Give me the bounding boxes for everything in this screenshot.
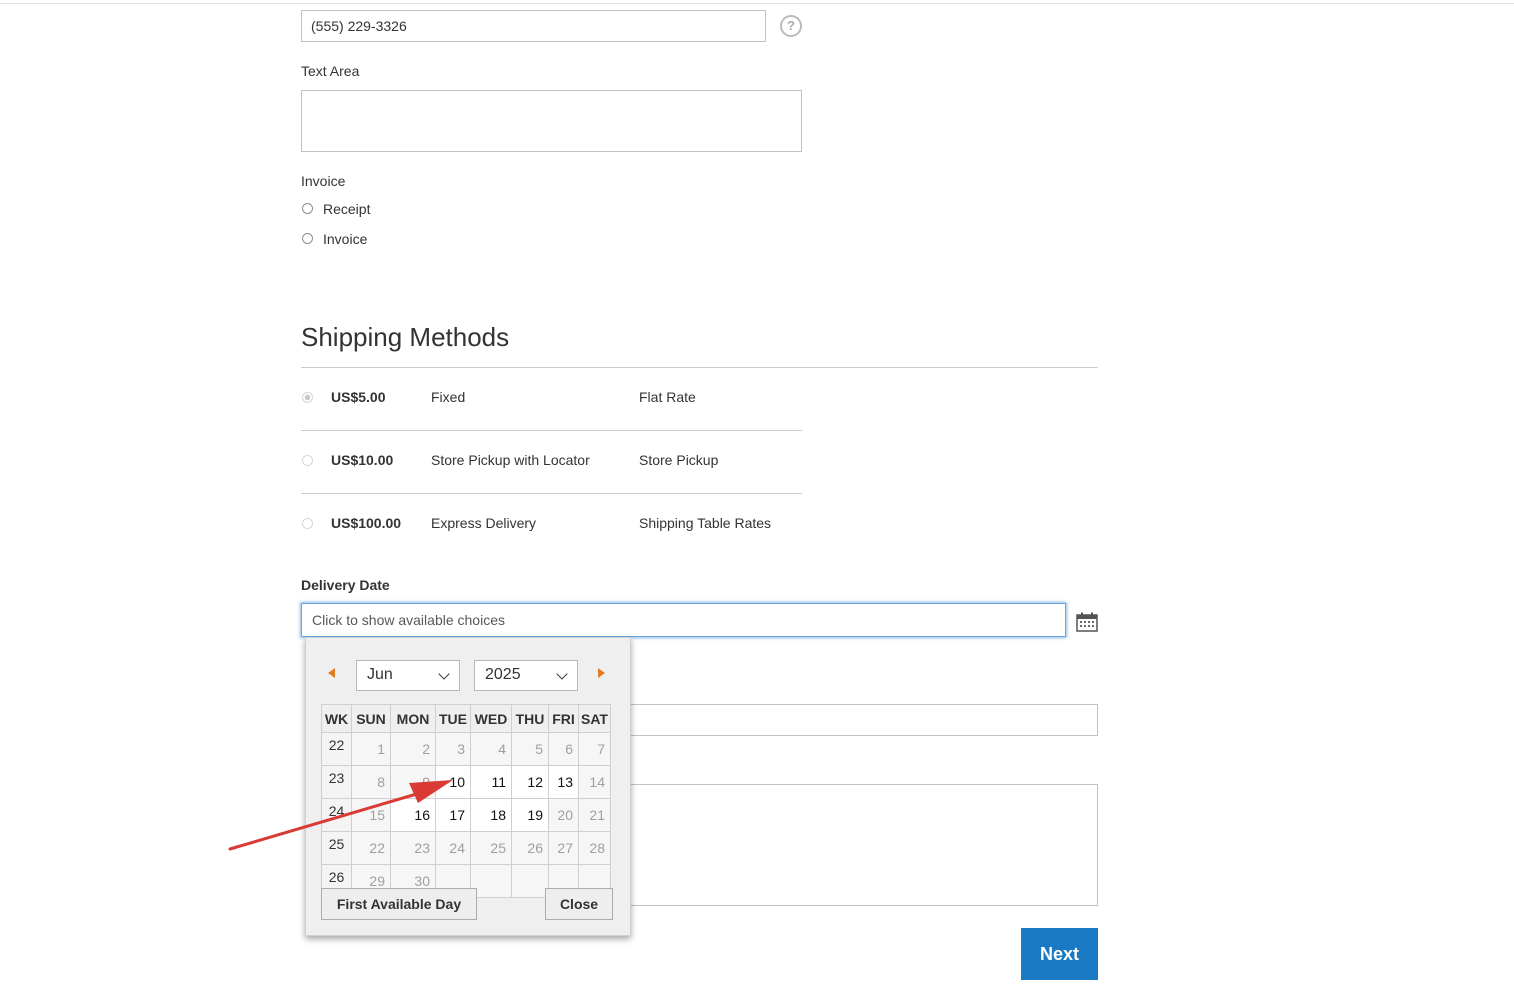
shipping-methods-title: Shipping Methods bbox=[301, 322, 510, 352]
calendar-week-row: 24 15 16 17 18 19 20 21 bbox=[321, 798, 611, 832]
calendar-day-available[interactable]: 12 bbox=[511, 765, 549, 799]
delivery-date-label: Delivery Date bbox=[301, 577, 390, 593]
weekday-header: SAT bbox=[578, 704, 611, 733]
calendar-day-disabled: 20 bbox=[548, 798, 579, 832]
calendar-week-row: 25 22 23 24 25 26 27 28 bbox=[321, 831, 611, 865]
close-button[interactable]: Close bbox=[545, 888, 613, 920]
calendar-day-disabled: 14 bbox=[578, 765, 611, 799]
calendar-day-disabled: 2 bbox=[390, 732, 436, 766]
year-select-value: 2025 bbox=[485, 666, 521, 683]
hidden-field-input[interactable] bbox=[620, 704, 1098, 736]
calendar-day-available[interactable]: 19 bbox=[511, 798, 549, 832]
calendar-day-disabled: 26 bbox=[511, 831, 549, 865]
invoice-radio-label[interactable]: Invoice bbox=[323, 231, 367, 247]
week-number: 23 bbox=[321, 765, 352, 799]
calendar-day-disabled: 28 bbox=[578, 831, 611, 865]
text-area-input[interactable] bbox=[301, 90, 802, 152]
calendar-day-disabled: 15 bbox=[351, 798, 391, 832]
calendar-day-available[interactable]: 17 bbox=[435, 798, 471, 832]
calendar-grid: WK SUN MON TUE WED THU FRI SAT 22 1 2 3 4 5 6 7 23 8 9 10 1… bbox=[321, 704, 611, 898]
top-border bbox=[0, 3, 1514, 4]
next-button[interactable]: Next bbox=[1021, 928, 1098, 980]
calendar-popup: Jun 2025 WK SUN MON TUE WED THU FRI SAT 22 1 2 3 4 5… bbox=[305, 637, 631, 936]
calendar-day-disabled: 6 bbox=[548, 732, 579, 766]
weekday-header: WK bbox=[321, 704, 352, 733]
calendar-day-disabled: 27 bbox=[548, 831, 579, 865]
receipt-radio[interactable] bbox=[302, 203, 313, 214]
help-icon[interactable]: ? bbox=[780, 15, 802, 37]
calendar-day-disabled: 7 bbox=[578, 732, 611, 766]
calendar-day-disabled: 4 bbox=[470, 732, 512, 766]
shipping-carrier-name: Store Pickup bbox=[639, 452, 719, 468]
hidden-field-textarea[interactable] bbox=[620, 784, 1098, 906]
calendar-empty-cell bbox=[511, 864, 549, 898]
calendar-week-row: 23 8 9 10 11 12 13 14 bbox=[321, 765, 611, 799]
shipping-radio-flat-rate[interactable] bbox=[302, 392, 313, 403]
weekday-header: MON bbox=[390, 704, 436, 733]
calendar-icon[interactable] bbox=[1076, 612, 1098, 632]
weekday-header: FRI bbox=[548, 704, 579, 733]
shipping-row-divider bbox=[301, 430, 802, 431]
calendar-day-disabled: 5 bbox=[511, 732, 549, 766]
week-number: 22 bbox=[321, 732, 352, 766]
shipping-carrier-name: Flat Rate bbox=[639, 389, 696, 405]
calendar-day-disabled: 21 bbox=[578, 798, 611, 832]
shipping-price: US$10.00 bbox=[331, 452, 394, 468]
prev-month-arrow-icon[interactable] bbox=[328, 668, 335, 678]
shipping-radio-store-pickup[interactable] bbox=[302, 455, 313, 466]
calendar-day-disabled: 3 bbox=[435, 732, 471, 766]
first-available-day-button[interactable]: First Available Day bbox=[321, 888, 477, 920]
calendar-day-disabled: 8 bbox=[351, 765, 391, 799]
week-number: 24 bbox=[321, 798, 352, 832]
calendar-day-disabled: 23 bbox=[390, 831, 436, 865]
shipping-radio-table-rates[interactable] bbox=[302, 518, 313, 529]
calendar-day-disabled: 22 bbox=[351, 831, 391, 865]
section-divider bbox=[301, 367, 1098, 368]
weekday-header: SUN bbox=[351, 704, 391, 733]
weekday-header: WED bbox=[470, 704, 512, 733]
month-select[interactable]: Jun bbox=[356, 660, 460, 691]
year-select[interactable]: 2025 bbox=[474, 660, 578, 691]
calendar-day-disabled: 24 bbox=[435, 831, 471, 865]
shipping-price: US$100.00 bbox=[331, 515, 402, 531]
receipt-radio-label[interactable]: Receipt bbox=[323, 201, 370, 217]
invoice-label: Invoice bbox=[301, 173, 346, 189]
phone-input[interactable] bbox=[301, 10, 766, 42]
week-number: 25 bbox=[321, 831, 352, 865]
text-area-label: Text Area bbox=[301, 63, 360, 79]
shipping-method-name: Express Delivery bbox=[431, 515, 537, 531]
shipping-carrier-name: Shipping Table Rates bbox=[639, 515, 772, 531]
calendar-day-available[interactable]: 13 bbox=[548, 765, 579, 799]
calendar-day-disabled: 25 bbox=[470, 831, 512, 865]
calendar-day-available[interactable]: 18 bbox=[470, 798, 512, 832]
next-month-arrow-icon[interactable] bbox=[598, 668, 605, 678]
month-select-value: Jun bbox=[367, 666, 393, 683]
shipping-row-divider bbox=[301, 493, 802, 494]
shipping-price: US$5.00 bbox=[331, 389, 386, 405]
calendar-week-row: 22 1 2 3 4 5 6 7 bbox=[321, 732, 611, 766]
calendar-header-row: WK SUN MON TUE WED THU FRI SAT bbox=[321, 704, 611, 733]
chevron-down-icon bbox=[556, 668, 568, 680]
calendar-day-available[interactable]: 16 bbox=[390, 798, 436, 832]
calendar-day-available[interactable]: 11 bbox=[470, 765, 512, 799]
delivery-date-input[interactable] bbox=[301, 603, 1066, 637]
invoice-radio[interactable] bbox=[302, 233, 313, 244]
chevron-down-icon bbox=[438, 668, 450, 680]
weekday-header: TUE bbox=[435, 704, 471, 733]
calendar-day-disabled: 9 bbox=[390, 765, 436, 799]
weekday-header: THU bbox=[511, 704, 549, 733]
calendar-day-available[interactable]: 10 bbox=[435, 765, 471, 799]
calendar-day-disabled: 1 bbox=[351, 732, 391, 766]
shipping-method-name: Fixed bbox=[431, 389, 466, 405]
shipping-method-name: Store Pickup with Locator bbox=[431, 452, 590, 468]
